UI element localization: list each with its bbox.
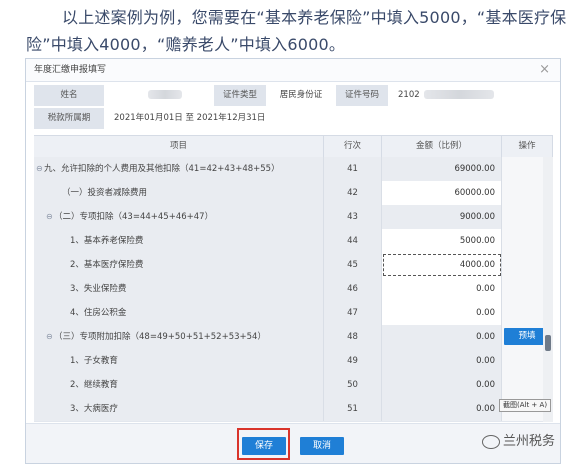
column-header-line-no: 行次 — [324, 136, 382, 157]
row-item: 4、住房公积金 — [34, 301, 324, 325]
annual-declaration-dialog: 年度汇缴申报填写 × 姓名 证件类型 居民身份证 证件号码 2102 税款所属期… — [25, 58, 561, 464]
table-row: 1、子女教育 49 0.00 — [34, 349, 553, 374]
row-line-no: 46 — [324, 277, 382, 301]
row-item: 3、失业保险费 — [34, 277, 324, 301]
row-amount: 69000.00 — [382, 157, 502, 181]
deduction-table: ⊖九、允许扣除的个人费用及其他扣除（41=42+43+48+55） 41 690… — [34, 157, 553, 422]
medical-insurance-input[interactable]: 4000.00 — [382, 253, 502, 277]
collapse-icon[interactable]: ⊖ — [46, 325, 54, 349]
table-row: ⊖九、允许扣除的个人费用及其他扣除（41=42+43+48+55） 41 690… — [34, 157, 553, 182]
row-item: ⊖九、允许扣除的个人费用及其他扣除（41=42+43+48+55） — [34, 157, 324, 181]
collapse-icon[interactable]: ⊖ — [36, 157, 44, 181]
row-line-no: 47 — [324, 301, 382, 325]
row-line-no: 42 — [324, 181, 382, 205]
instruction-text-block: 以上述案例为例，您需要在“基本养老保险”中填入5000，“基本医疗保险”中填入4… — [0, 0, 587, 58]
redacted-name — [148, 90, 182, 99]
row-line-no: 51 — [324, 397, 382, 421]
scrollbar-thumb[interactable] — [545, 335, 551, 351]
table-row: 3、失业保险费 46 0.00 — [34, 277, 553, 302]
row-amount: 0.00 — [382, 373, 502, 397]
id-number-value: 2102 — [398, 85, 548, 106]
table-row: 3、大病医疗 51 0.00 — [34, 397, 553, 422]
row-item: 3、大病医疗 — [34, 397, 324, 421]
table-header: 项目 行次 金额（比例） 操作 — [34, 135, 553, 158]
taxpayer-info-row: 姓名 证件类型 居民身份证 证件号码 2102 — [34, 85, 554, 106]
watermark-text: 兰州税务 — [503, 434, 556, 449]
period-label: 税款所属期 — [34, 108, 104, 129]
table-row: ⊖（二）专项扣除（43=44+45+46+47） 43 9000.00 — [34, 205, 553, 230]
name-label: 姓名 — [34, 85, 104, 106]
period-value: 2021年01月01日 至 2021年12月31日 — [114, 113, 266, 123]
row-amount: 0.00 — [382, 325, 502, 349]
dialog-title: 年度汇缴申报填写 — [34, 65, 107, 75]
row-line-no: 41 — [324, 157, 382, 181]
name-value — [114, 85, 214, 106]
table-row: （一）投资者减除费用 42 60000.00 — [34, 181, 553, 206]
tax-period-row: 税款所属期 2021年01月01日 至 2021年12月31日 — [34, 108, 554, 129]
row-item: 1、基本养老保险费 — [34, 229, 324, 253]
table-row: 2、基本医疗保险费 45 4000.00 — [34, 253, 553, 278]
row-amount: 0.00 — [382, 349, 502, 373]
row-line-no: 49 — [324, 349, 382, 373]
row-amount: 9000.00 — [382, 205, 502, 229]
row-line-no: 48 — [324, 325, 382, 349]
unemployment-insurance-input[interactable]: 0.00 — [382, 277, 502, 301]
housing-fund-input[interactable]: 0.00 — [382, 301, 502, 325]
column-header-action: 操作 — [502, 136, 553, 157]
pension-insurance-input[interactable]: 5000.00 — [382, 229, 502, 253]
table-row: 2、继续教育 50 0.00 — [34, 373, 553, 398]
id-type-value: 居民身份证 — [279, 90, 323, 100]
id-number-label: 证件号码 — [336, 85, 388, 106]
row-amount: 0.00 — [382, 397, 502, 421]
id-number-prefix: 2102 — [398, 90, 420, 100]
table-row: 1、基本养老保险费 44 5000.00 — [34, 229, 553, 254]
close-icon[interactable]: × — [539, 59, 550, 81]
row-line-no: 45 — [324, 253, 382, 277]
row-item: 2、基本医疗保险费 — [34, 253, 324, 277]
row-item: 2、继续教育 — [34, 373, 324, 397]
column-header-amount: 金额（比例） — [382, 136, 502, 157]
dialog-footer: 保存 取消 — [26, 423, 560, 463]
instruction-text: 以上述案例为例，您需要在“基本养老保险”中填入5000，“基本医疗保险”中填入4… — [26, 8, 567, 54]
vertical-scrollbar[interactable] — [543, 157, 553, 422]
cancel-button[interactable]: 取消 — [300, 437, 344, 455]
row-item: ⊖（二）专项扣除（43=44+45+46+47） — [34, 205, 324, 229]
table-row: ⊖（三）专项附加扣除（48=49+50+51+52+53+54） 48 0.00… — [34, 325, 553, 350]
screenshot-tooltip: 截图(Alt + A) — [499, 399, 552, 412]
row-item: ⊖（三）专项附加扣除（48=49+50+51+52+53+54） — [34, 325, 324, 349]
save-button[interactable]: 保存 — [242, 437, 286, 455]
column-header-item: 项目 — [34, 136, 324, 157]
row-item: （一）投资者减除费用 — [34, 181, 324, 205]
row-item: 1、子女教育 — [34, 349, 324, 373]
dialog-titlebar: 年度汇缴申报填写 × — [26, 59, 560, 82]
row-line-no: 44 — [324, 229, 382, 253]
row-line-no: 50 — [324, 373, 382, 397]
amount-input[interactable]: 60000.00 — [382, 181, 502, 205]
redacted-id-number — [424, 90, 495, 99]
table-row: 4、住房公积金 47 0.00 — [34, 301, 553, 326]
wechat-logo-icon — [482, 434, 500, 449]
collapse-icon[interactable]: ⊖ — [46, 205, 54, 229]
row-line-no: 43 — [324, 205, 382, 229]
id-type-label: 证件类型 — [214, 85, 266, 106]
watermark: 兰州税务 — [482, 430, 555, 449]
